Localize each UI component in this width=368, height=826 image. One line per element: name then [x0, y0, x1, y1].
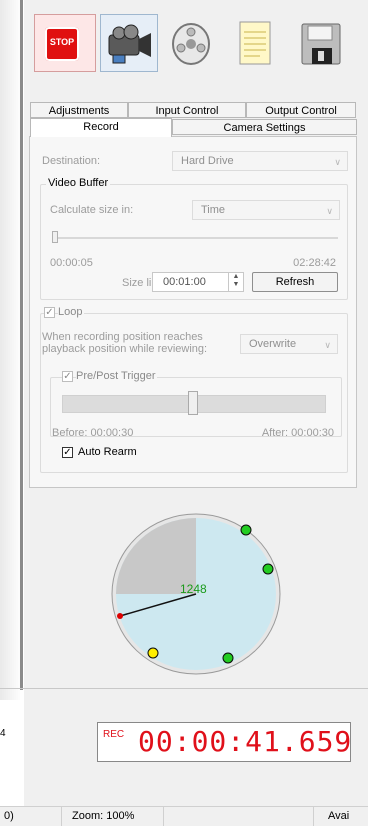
- left-strip-text: 4: [0, 728, 6, 739]
- status-segment-empty: [164, 807, 314, 826]
- buffer-max-label: 02:28:42: [293, 257, 336, 269]
- loop-checkbox[interactable]: ✓: [44, 307, 55, 318]
- calc-size-value: Time: [201, 204, 226, 216]
- chevron-down-icon: ∨: [326, 206, 333, 216]
- chevron-down-icon: ∨: [324, 340, 331, 350]
- dial-green-marker-2: [262, 563, 274, 575]
- playback-button[interactable]: [166, 18, 216, 68]
- prepost-label: Pre/Post Trigger: [76, 370, 158, 382]
- auto-rearm-checkbox[interactable]: ✓: [62, 447, 73, 458]
- buffer-dial: 1248: [111, 513, 281, 675]
- spinner-arrows-icon[interactable]: ▲ ▼: [228, 273, 243, 291]
- save-button[interactable]: [296, 18, 346, 68]
- dial-yellow-marker: [147, 647, 159, 659]
- record-panel: Destination: Hard Drive ∨ Video Buffer C…: [29, 136, 357, 488]
- divider: [0, 688, 368, 689]
- loop-label: Loop: [58, 306, 85, 318]
- chevron-down-icon: ∨: [334, 157, 341, 167]
- zoom-status: Zoom: 100%: [68, 807, 164, 826]
- auto-rearm-label: Auto Rearm: [78, 446, 137, 458]
- before-label: Before: 00:00:30: [52, 427, 134, 439]
- rec-label: REC: [103, 729, 125, 740]
- overwrite-select[interactable]: Overwrite ∨: [240, 334, 338, 354]
- calc-size-label: Calculate size in:: [50, 204, 134, 216]
- destination-label: Destination:: [42, 155, 101, 167]
- status-bar: 0) Zoom: 100% Avai: [0, 806, 368, 826]
- dial-value: 1248: [180, 582, 207, 596]
- tab-camera-settings[interactable]: Camera Settings: [172, 119, 357, 135]
- recording-timer-display: REC 00:00:41.659: [97, 722, 351, 762]
- buffer-min-label: 00:00:05: [50, 257, 93, 269]
- tab-input-control[interactable]: Input Control: [128, 102, 246, 118]
- overwrite-value: Overwrite: [249, 338, 297, 350]
- camera-button[interactable]: [100, 14, 158, 72]
- floppy-disk-icon: [301, 23, 341, 65]
- size-limit-value: 00:01:00: [163, 276, 206, 288]
- dial-red-marker: [117, 613, 123, 619]
- tab-record[interactable]: Record: [30, 118, 172, 137]
- size-limit-input[interactable]: 00:01:00 ▲ ▼: [152, 272, 244, 292]
- prepost-checkbox[interactable]: ✓: [62, 371, 73, 382]
- buffer-slider-thumb[interactable]: [52, 231, 58, 243]
- when-text-1: When recording position reaches: [42, 331, 203, 343]
- stop-icon: STOP: [45, 27, 79, 61]
- tab-adjustments[interactable]: Adjustments: [30, 102, 128, 118]
- refresh-button[interactable]: Refresh: [252, 272, 338, 292]
- tab-output-control[interactable]: Output Control: [246, 102, 356, 118]
- buffer-slider-track[interactable]: [52, 237, 338, 239]
- rec-time: 00:00:41.659: [138, 725, 353, 758]
- dial-green-marker-3: [222, 652, 234, 664]
- notes-button[interactable]: [230, 18, 280, 68]
- film-reel-icon: [172, 23, 210, 65]
- after-label: After: 00:00:30: [261, 427, 334, 439]
- dial-green-marker-1: [240, 524, 252, 536]
- when-text-2: playback position while reviewing:: [42, 343, 208, 355]
- available-status: Avai: [328, 810, 350, 822]
- left-window-strip: 4: [0, 0, 24, 825]
- notepad-icon: [239, 21, 271, 65]
- video-buffer-title: Video Buffer: [46, 177, 111, 189]
- destination-value: Hard Drive: [181, 155, 234, 167]
- status-segment-1: 0): [0, 807, 62, 826]
- stop-button[interactable]: STOP: [34, 14, 96, 72]
- destination-select[interactable]: Hard Drive ∨: [172, 151, 348, 171]
- calc-size-select[interactable]: Time ∨: [192, 200, 340, 220]
- trigger-slider-thumb[interactable]: [188, 391, 198, 415]
- video-camera-icon: [108, 24, 151, 64]
